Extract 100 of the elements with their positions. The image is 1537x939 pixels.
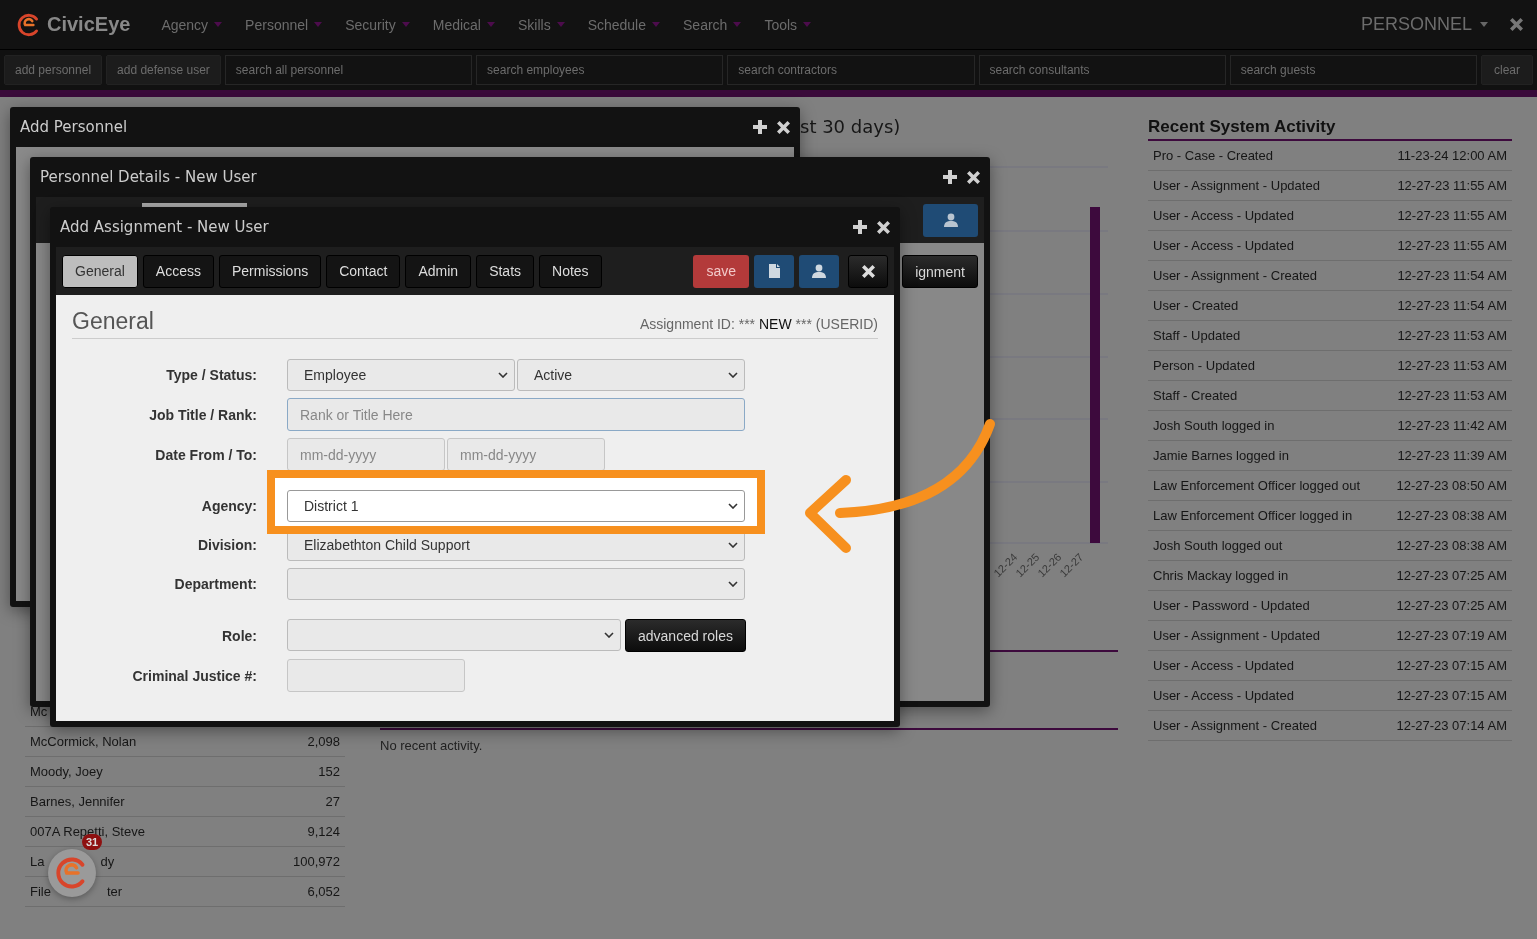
tab[interactable]: Permissions (218, 254, 322, 288)
caret-icon (314, 22, 323, 27)
close-icon[interactable] (967, 170, 980, 184)
input-field[interactable]: Rank or Title Here (287, 398, 745, 431)
field-label: Department: (173, 576, 257, 592)
activity-event: Law Enforcement Officer logged in (1153, 508, 1353, 523)
caret-icon (803, 22, 812, 27)
activity-event: User - Created (1153, 298, 1239, 313)
activity-time: 12-27-23 07:15 AM (1396, 688, 1507, 703)
field-label: Criminal Justice #: (131, 667, 257, 684)
close-button[interactable] (848, 254, 888, 288)
field-label: Agency: (200, 498, 257, 514)
nav-menu[interactable]: Agency (152, 16, 237, 33)
file-icon (768, 264, 780, 278)
context-menu[interactable]: PERSONNEL (1360, 14, 1488, 35)
tab[interactable]: Contact (326, 254, 401, 288)
caret-icon (652, 22, 661, 27)
tab[interactable]: Stats (476, 254, 535, 288)
activity-time: 12-27-23 07:14 AM (1396, 718, 1507, 733)
chevron-icon (498, 372, 508, 378)
chevron-icon (728, 542, 738, 548)
input-field[interactable] (287, 659, 465, 692)
field-label: Role: (221, 627, 257, 644)
chevron-icon (728, 581, 738, 587)
person-name: Mc (30, 704, 48, 719)
activity-time: 12-27-23 11:55 AM (1397, 208, 1507, 223)
activity-time: 12-27-23 07:25 AM (1396, 568, 1507, 583)
person-name: McCormick, Nolan (30, 734, 137, 749)
assignment-button[interactable]: ignment (902, 255, 978, 288)
input-field[interactable]: mm-dd-yyyy (287, 438, 445, 471)
field-label: Date From / To: (154, 446, 257, 463)
tab[interactable]: General (62, 254, 138, 288)
activity-time: 12-27-23 11:55 AM (1397, 238, 1507, 253)
tab[interactable]: Notes (539, 254, 602, 288)
user-button[interactable] (923, 203, 978, 237)
nav-menu[interactable]: Tools (755, 16, 826, 33)
select-field[interactable] (287, 619, 621, 651)
search-field[interactable]: search contractors (727, 55, 975, 85)
count-value: 9,124 (307, 824, 340, 839)
plus-icon[interactable] (853, 220, 867, 234)
caret-icon (556, 22, 565, 27)
user-button[interactable] (799, 254, 839, 288)
window-title: Personnel Details - New User (40, 168, 257, 186)
nav-menu[interactable]: Schedule (578, 16, 675, 33)
search-field[interactable]: search employees (476, 55, 724, 85)
search-field[interactable]: search all personnel (224, 55, 473, 85)
nav-menu[interactable]: Personnel (236, 16, 337, 33)
person-name: ter (106, 884, 123, 899)
field-label: Division: (196, 537, 257, 553)
nav-menu[interactable]: Security (336, 16, 424, 33)
activity-event: Law Enforcement Officer logged out (1153, 478, 1361, 493)
count-value: 100,972 (293, 854, 340, 869)
select-field[interactable]: Active (517, 359, 745, 391)
nav-menu[interactable]: Search (674, 16, 756, 33)
activity-time: 12-27-23 11:53 AM (1397, 358, 1507, 373)
activity-time: 12-27-23 11:39 AM (1397, 448, 1507, 463)
document-button[interactable] (754, 254, 794, 288)
activity-time: 12-27-23 11:53 AM (1397, 388, 1507, 403)
activity-event: User - Assignment - Created (1153, 718, 1317, 733)
activity-event: Staff - Updated (1153, 328, 1241, 343)
caret-icon (486, 22, 495, 27)
activity-time: 12-27-23 07:19 AM (1396, 628, 1507, 643)
close-icon[interactable] (777, 120, 790, 134)
count-value: 27 (325, 794, 340, 809)
person-name: Barnes, Jennifer (30, 794, 125, 809)
activity-event: Josh South logged in (1153, 418, 1275, 433)
tab[interactable]: Admin (405, 254, 472, 288)
user-icon (812, 264, 826, 278)
nav-menu[interactable]: Medical (423, 16, 509, 33)
tab[interactable]: Access (142, 254, 214, 288)
activity-time: 12-27-23 11:54 AM (1397, 268, 1507, 283)
activity-event: User - Access - Updated (1153, 658, 1294, 673)
select-field[interactable]: Employee (287, 359, 515, 391)
assignment-id: Assignment ID: *** NEW *** (USERID) (639, 316, 878, 332)
nav-menu[interactable]: Skills (508, 16, 579, 33)
activity-event: Chris Mackay logged in (1153, 568, 1289, 583)
activity-time: 12-27-23 08:38 AM (1396, 538, 1507, 553)
activity-event: User - Password - Updated (1153, 598, 1310, 613)
empty-message: No recent activity. (380, 738, 484, 753)
person-name: La (30, 854, 45, 869)
search-field[interactable]: search consultants (978, 55, 1226, 85)
activity-time: 12-27-23 08:38 AM (1396, 508, 1507, 523)
activity-event: Pro - Case - Created (1153, 148, 1273, 163)
activity-event: Staff - Created (1153, 388, 1238, 403)
person-name: dy (100, 854, 115, 869)
activity-time: 12-27-23 07:15 AM (1396, 658, 1507, 673)
section-title: Recent System Activity (1148, 117, 1512, 141)
select-field[interactable] (287, 568, 745, 600)
select-field[interactable]: District 1 (287, 490, 745, 522)
search-field[interactable]: search guests (1229, 55, 1477, 85)
activity-time: 12-27-23 11:54 AM (1397, 298, 1507, 313)
input-field[interactable]: mm-dd-yyyy (447, 438, 605, 471)
caret-icon (1480, 22, 1488, 27)
activity-event: Person - Updated (1153, 358, 1255, 373)
close-icon[interactable] (877, 220, 890, 234)
plus-icon[interactable] (753, 120, 767, 134)
activity-event: Jamie Barnes logged in (1153, 448, 1289, 463)
advanced-roles-button[interactable]: advanced roles (625, 619, 746, 652)
save-button[interactable]: save (693, 254, 749, 288)
plus-icon[interactable] (943, 170, 957, 184)
